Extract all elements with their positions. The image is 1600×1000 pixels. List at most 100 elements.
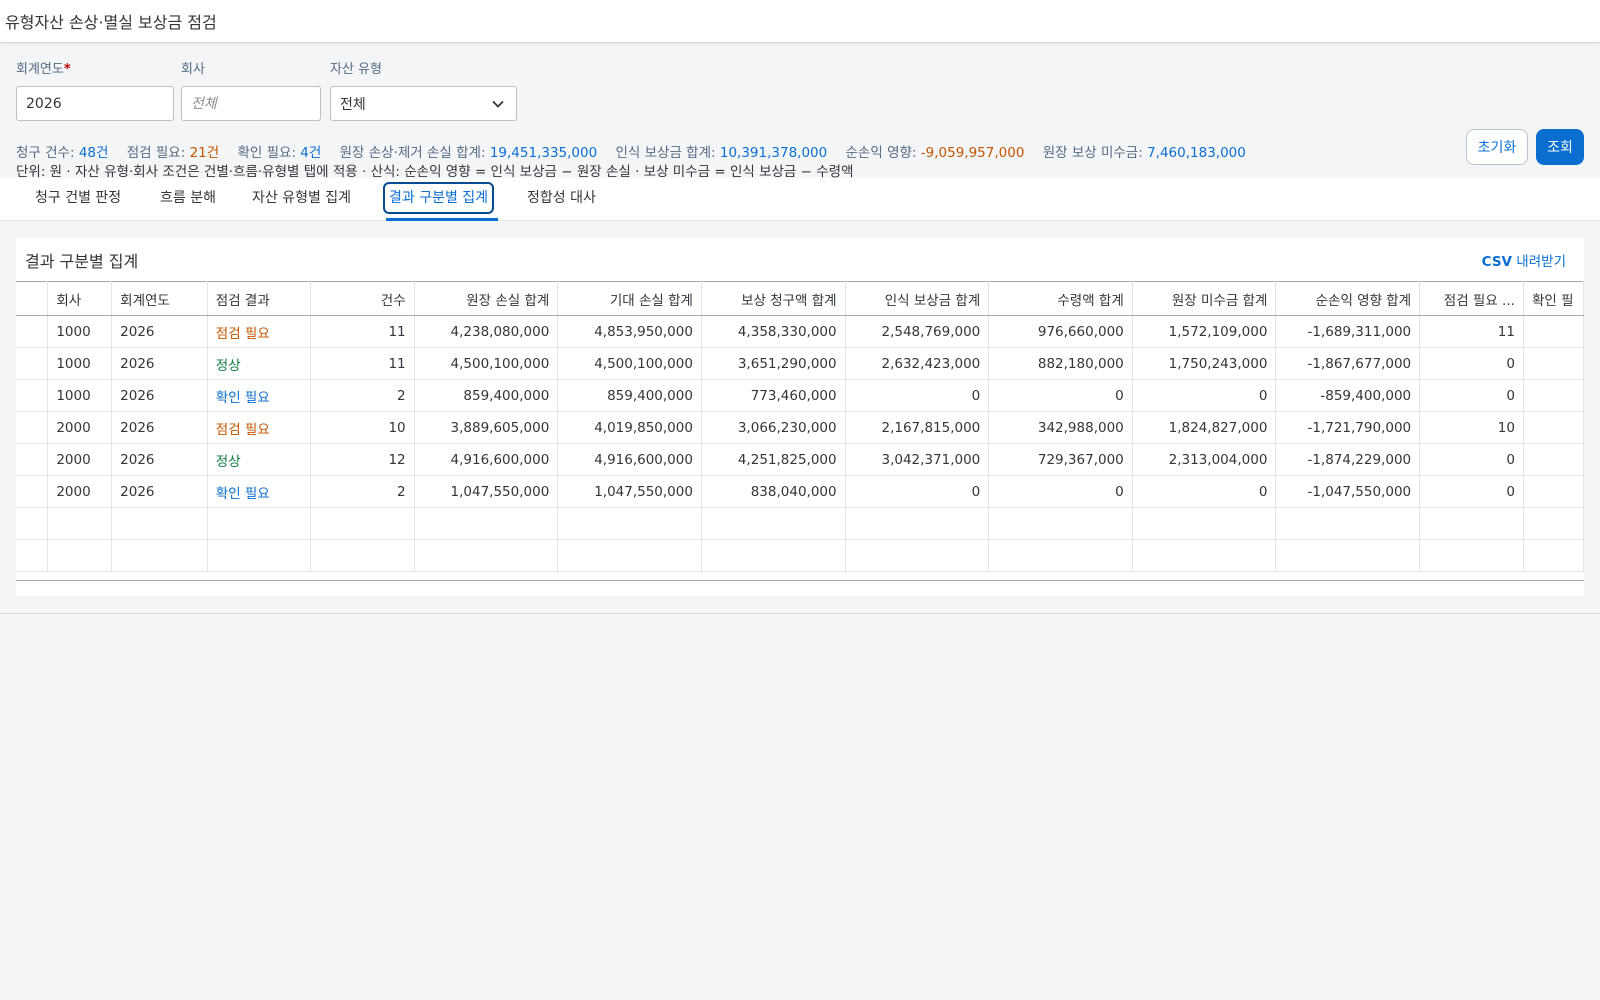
cell-expected-loss: 859,400,000 (557, 379, 702, 412)
cell-check-needed: 0 (1419, 475, 1524, 508)
column-header-ledger-loss[interactable]: 원장 손실 합계 (414, 281, 559, 316)
column-header-count[interactable]: 건수 (310, 281, 415, 316)
row-selector-cell[interactable] (16, 475, 49, 508)
cell-company: 2000 (47, 443, 113, 476)
reset-button[interactable]: 초기화 (1466, 129, 1528, 165)
cell-recognized: 2,167,815,000 (845, 411, 990, 444)
cell-ledger-loss: 859,400,000 (414, 379, 559, 412)
summary-check-needed: 점검 필요: 21건 (126, 145, 220, 161)
column-header-net-effect[interactable]: 순손익 영향 합계 (1275, 281, 1421, 316)
empty-cell (1132, 539, 1277, 572)
cell-year: 2026 (111, 475, 208, 508)
row-selector-cell[interactable] (16, 347, 49, 380)
cell-received: 882,180,000 (988, 347, 1133, 380)
cell-ledger-loss: 3,889,605,000 (414, 411, 559, 444)
cell-recognized: 0 (845, 475, 990, 508)
row-selector-cell[interactable] (16, 411, 49, 444)
table-row[interactable]: 1000 2026 정상 11 4,500,100,000 4,500,100,000 3,… (16, 347, 1584, 380)
chevron-down-icon (492, 96, 504, 112)
column-header-result[interactable]: 점검 결과 (207, 281, 312, 316)
column-header-select[interactable] (16, 281, 49, 316)
cell-net: -1,867,677,000 (1275, 347, 1421, 380)
asset-type-value: 전체 (340, 96, 366, 113)
cell-net: -1,689,311,000 (1275, 315, 1421, 348)
summary-recognized-total: 인식 보상금 합계: 10,391,378,000 (615, 145, 828, 161)
fiscal-year-input[interactable] (26, 95, 164, 112)
row-selector-cell[interactable] (16, 379, 49, 412)
column-header-expected-loss[interactable]: 기대 손실 합계 (557, 281, 702, 316)
tab-claim-judgement[interactable]: 청구 건별 판정 (35, 185, 121, 211)
row-selector-cell[interactable] (16, 443, 49, 476)
empty-cell (111, 507, 208, 540)
column-header-company[interactable]: 회사 (47, 281, 113, 316)
cell-year: 2026 (111, 347, 208, 380)
result-summary-panel: 결과 구분별 집계 CSV 내려받기 회사 회계연도 점검 결과 건수 원장 손… (16, 238, 1584, 596)
table-row[interactable]: 2000 2026 정상 12 4,916,600,000 4,916,600,000 4,… (16, 443, 1584, 476)
page-divider (0, 613, 1600, 614)
tab-result-summary[interactable]: 결과 구분별 집계 (382, 182, 495, 214)
table-row[interactable]: 1000 2026 점검 필요 11 4,238,080,000 4,853,950,00… (16, 315, 1584, 348)
column-header-recognized[interactable]: 인식 보상금 합계 (845, 281, 990, 316)
app-header: 유형자산 손상·멸실 보상금 점검 (0, 0, 1600, 43)
row-selector-cell[interactable] (16, 315, 49, 348)
column-header-fiscal-year[interactable]: 회계연도 (111, 281, 208, 316)
cell-company: 2000 (47, 411, 113, 444)
cell-ledger-loss: 4,916,600,000 (414, 443, 559, 476)
column-header-confirm-needed[interactable]: 확인 필 (1523, 281, 1584, 316)
tab-reconciliation[interactable]: 정합성 대사 (527, 185, 596, 211)
summary-confirm-needed: 확인 필요: 4건 (237, 145, 322, 161)
cell-expected-loss: 4,853,950,000 (557, 315, 702, 348)
cell-year: 2026 (111, 379, 208, 412)
summary-receivable: 원장 보상 미수금: 7,460,183,000 (1042, 145, 1246, 161)
cell-receivable: 0 (1132, 379, 1277, 412)
search-button[interactable]: 조회 (1536, 129, 1584, 165)
empty-cell (414, 507, 559, 540)
empty-cell (310, 539, 415, 572)
asset-type-field: 자산 유형 전체 (330, 61, 517, 121)
empty-cell (414, 539, 559, 572)
empty-cell (47, 507, 113, 540)
empty-cell (988, 539, 1133, 572)
table-row[interactable]: 2000 2026 점검 필요 10 3,889,605,000 4,019,850,00… (16, 411, 1584, 444)
cell-claim: 4,251,825,000 (701, 443, 846, 476)
summary-bar: 청구 건수: 48건 점검 필요: 21건 확인 필요: 4건 원장 손상·제거… (16, 141, 1260, 161)
cell-received: 0 (988, 475, 1133, 508)
cell-count: 12 (310, 443, 415, 476)
cell-confirm-needed (1523, 475, 1584, 508)
empty-cell (701, 539, 846, 572)
csv-download-link[interactable]: CSV 내려받기 (1482, 250, 1566, 270)
cell-company: 1000 (47, 379, 113, 412)
cell-claim: 3,066,230,000 (701, 411, 846, 444)
empty-cell (47, 539, 113, 572)
tab-asset-type-summary[interactable]: 자산 유형별 집계 (252, 185, 351, 211)
fiscal-year-field: 회계연도* (16, 61, 174, 121)
cell-count: 11 (310, 315, 415, 348)
empty-cell (207, 539, 312, 572)
column-header-received[interactable]: 수령액 합계 (988, 281, 1133, 316)
table-row[interactable]: 1000 2026 확인 필요 2 859,400,000 859,400,000 773,… (16, 379, 1584, 412)
company-input[interactable] (191, 95, 311, 112)
cell-received: 976,660,000 (988, 315, 1133, 348)
cell-confirm-needed (1523, 315, 1584, 348)
column-header-claim[interactable]: 보상 청구액 합계 (701, 281, 846, 316)
cell-check-needed: 10 (1419, 411, 1524, 444)
empty-table-row (16, 539, 1584, 572)
summary-net-effect: 순손익 영향: -9,059,957,000 (845, 145, 1025, 161)
cell-result: 정상 (207, 347, 312, 380)
cell-confirm-needed (1523, 443, 1584, 476)
empty-cell (845, 507, 990, 540)
empty-cell (1275, 539, 1421, 572)
cell-receivable: 2,313,004,000 (1132, 443, 1277, 476)
cell-count: 2 (310, 475, 415, 508)
cell-claim: 838,040,000 (701, 475, 846, 508)
cell-recognized: 2,632,423,000 (845, 347, 990, 380)
asset-type-select[interactable]: 전체 (330, 86, 517, 121)
summary-loss-total: 원장 손상·제거 손실 합계: 19,451,335,000 (339, 145, 598, 161)
table-row[interactable]: 2000 2026 확인 필요 2 1,047,550,000 1,047,550,000… (16, 475, 1584, 508)
tab-flow-breakdown[interactable]: 흐름 분해 (160, 185, 216, 211)
cell-ledger-loss: 4,500,100,000 (414, 347, 559, 380)
cell-confirm-needed (1523, 347, 1584, 380)
column-header-check-needed[interactable]: 점검 필요 ... (1419, 281, 1524, 316)
cell-year: 2026 (111, 315, 208, 348)
column-header-receivable[interactable]: 원장 미수금 합계 (1132, 281, 1277, 316)
